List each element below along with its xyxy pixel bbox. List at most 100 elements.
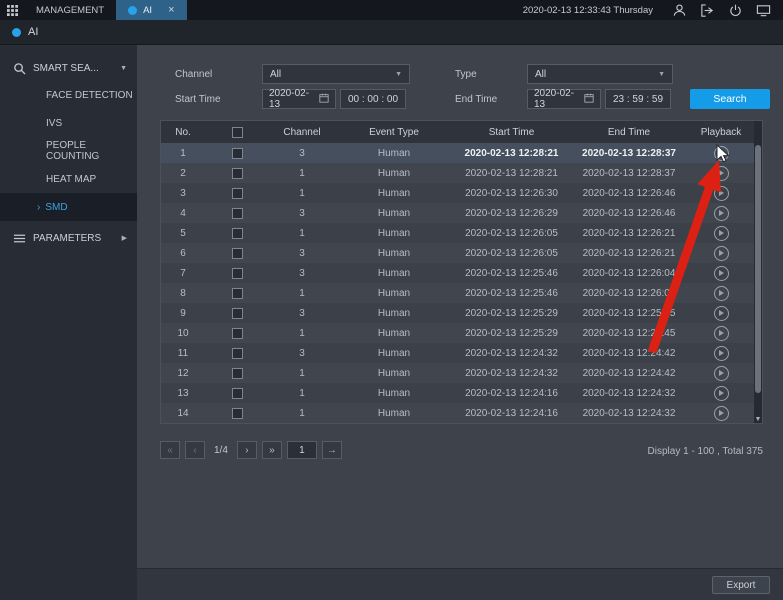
chevron-down-icon: ▼ [658,71,665,78]
type-dropdown[interactable]: All ▼ [527,64,673,84]
playback-button[interactable] [714,366,729,381]
playback-button[interactable] [714,326,729,341]
end-date-value: 2020-02-13 [534,88,584,110]
playback-button[interactable] [714,206,729,221]
channel-dropdown[interactable]: All ▼ [262,64,410,84]
sidebar-item-face-detection[interactable]: FACE DETECTION [0,81,137,109]
playback-button[interactable] [714,226,729,241]
logout-icon[interactable] [700,3,715,18]
table-row[interactable]: 141Human2020-02-13 12:24:162020-02-13 12… [161,403,762,423]
table-row[interactable]: 13Human2020-02-13 12:28:212020-02-13 12:… [161,143,762,163]
playback-button[interactable] [714,306,729,321]
play-icon [719,210,724,216]
row-no: 8 [161,283,205,303]
playback-button[interactable] [714,166,729,181]
sidebar-item-heat-map[interactable]: HEAT MAP [0,165,137,193]
row-checkbox[interactable] [232,328,243,339]
table-row[interactable]: 51Human2020-02-13 12:26:052020-02-13 12:… [161,223,762,243]
row-playback-cell [688,283,754,303]
row-event-type: Human [335,323,453,343]
table-row[interactable]: 31Human2020-02-13 12:26:302020-02-13 12:… [161,183,762,203]
sidebar-item-parameters[interactable]: PARAMETERS ▶ [0,225,137,251]
power-icon[interactable] [728,3,743,18]
start-date-input[interactable]: 2020-02-13 [262,89,336,109]
table-row[interactable]: 101Human2020-02-13 12:25:292020-02-13 12… [161,323,762,343]
go-to-page-button[interactable]: → [322,441,342,459]
sidebar-item-people-counting[interactable]: PEOPLE COUNTING [0,137,137,165]
last-page-button[interactable]: » [262,441,282,459]
app-grid-icon[interactable] [0,5,24,16]
end-date-input[interactable]: 2020-02-13 [527,89,601,109]
playback-button[interactable] [714,266,729,281]
row-no: 6 [161,243,205,263]
table-row[interactable]: 113Human2020-02-13 12:24:322020-02-13 12… [161,343,762,363]
row-start-time: 2020-02-13 12:26:29 [453,203,570,223]
next-page-button[interactable]: › [237,441,257,459]
table-row[interactable]: 131Human2020-02-13 12:24:162020-02-13 12… [161,383,762,403]
row-playback-cell [688,323,754,343]
row-start-time: 2020-02-13 12:25:29 [453,303,570,323]
row-checkbox[interactable] [232,268,243,279]
chevron-down-icon: ▼ [395,71,402,78]
sidebar-item-label: PEOPLE COUNTING [46,140,137,162]
row-checkbox[interactable] [232,248,243,259]
tab-management[interactable]: MANAGEMENT [24,0,116,20]
table-scrollbar[interactable]: ▼ [754,121,762,423]
play-icon [719,350,724,356]
row-event-type: Human [335,403,453,423]
table-row[interactable]: 21Human2020-02-13 12:28:212020-02-13 12:… [161,163,762,183]
row-checkbox[interactable] [232,288,243,299]
table-row[interactable]: 43Human2020-02-13 12:26:292020-02-13 12:… [161,203,762,223]
row-end-time: 2020-02-13 12:26:46 [570,183,688,203]
table-row[interactable]: 81Human2020-02-13 12:25:462020-02-13 12:… [161,283,762,303]
row-checkbox[interactable] [232,168,243,179]
row-end-time: 2020-02-13 12:26:04 [570,283,688,303]
calendar-icon[interactable] [584,93,594,106]
export-button[interactable]: Export [712,576,770,594]
row-checkbox-cell [205,263,269,283]
tab-ai[interactable]: AI × [116,0,186,20]
playback-button[interactable] [714,246,729,261]
row-checkbox[interactable] [232,228,243,239]
page-input[interactable] [287,441,317,459]
sidebar-item-smd[interactable]: › SMD [0,193,137,221]
play-icon [719,390,724,396]
playback-button[interactable] [714,346,729,361]
search-button[interactable]: Search [690,89,770,109]
table-row[interactable]: 121Human2020-02-13 12:24:322020-02-13 12… [161,363,762,383]
display-icon[interactable] [756,3,771,18]
prev-page-button[interactable]: ‹ [185,441,205,459]
playback-button[interactable] [714,386,729,401]
playback-button[interactable] [714,406,729,421]
table-row[interactable]: 63Human2020-02-13 12:26:052020-02-13 12:… [161,243,762,263]
scrollbar-thumb[interactable] [755,145,761,393]
calendar-icon[interactable] [319,93,329,106]
row-checkbox[interactable] [232,388,243,399]
select-all-checkbox[interactable] [232,127,243,138]
row-event-type: Human [335,383,453,403]
sidebar: SMART SEA... ▼ FACE DETECTION IVS PEOPLE… [0,45,137,600]
row-checkbox[interactable] [232,368,243,379]
first-page-button[interactable]: « [160,441,180,459]
sidebar-item-ivs[interactable]: IVS [0,109,137,137]
row-checkbox[interactable] [232,348,243,359]
scroll-down-icon[interactable]: ▼ [754,416,762,423]
start-time-input[interactable]: 00 : 00 : 00 [340,89,406,109]
end-time-input[interactable]: 23 : 59 : 59 [605,89,671,109]
playback-button[interactable] [714,286,729,301]
row-checkbox[interactable] [232,408,243,419]
row-checkbox[interactable] [232,188,243,199]
row-event-type: Human [335,243,453,263]
row-event-type: Human [335,163,453,183]
user-icon[interactable] [672,3,687,18]
playback-button[interactable] [714,186,729,201]
row-checkbox[interactable] [232,308,243,319]
row-checkbox[interactable] [232,148,243,159]
table-row[interactable]: 93Human2020-02-13 12:25:292020-02-13 12:… [161,303,762,323]
table-row[interactable]: 73Human2020-02-13 12:25:462020-02-13 12:… [161,263,762,283]
row-no: 5 [161,223,205,243]
playback-button[interactable] [714,146,729,161]
sidebar-item-smart-search[interactable]: SMART SEA... ▼ [0,55,137,81]
tab-close-icon[interactable]: × [168,5,174,16]
row-checkbox[interactable] [232,208,243,219]
